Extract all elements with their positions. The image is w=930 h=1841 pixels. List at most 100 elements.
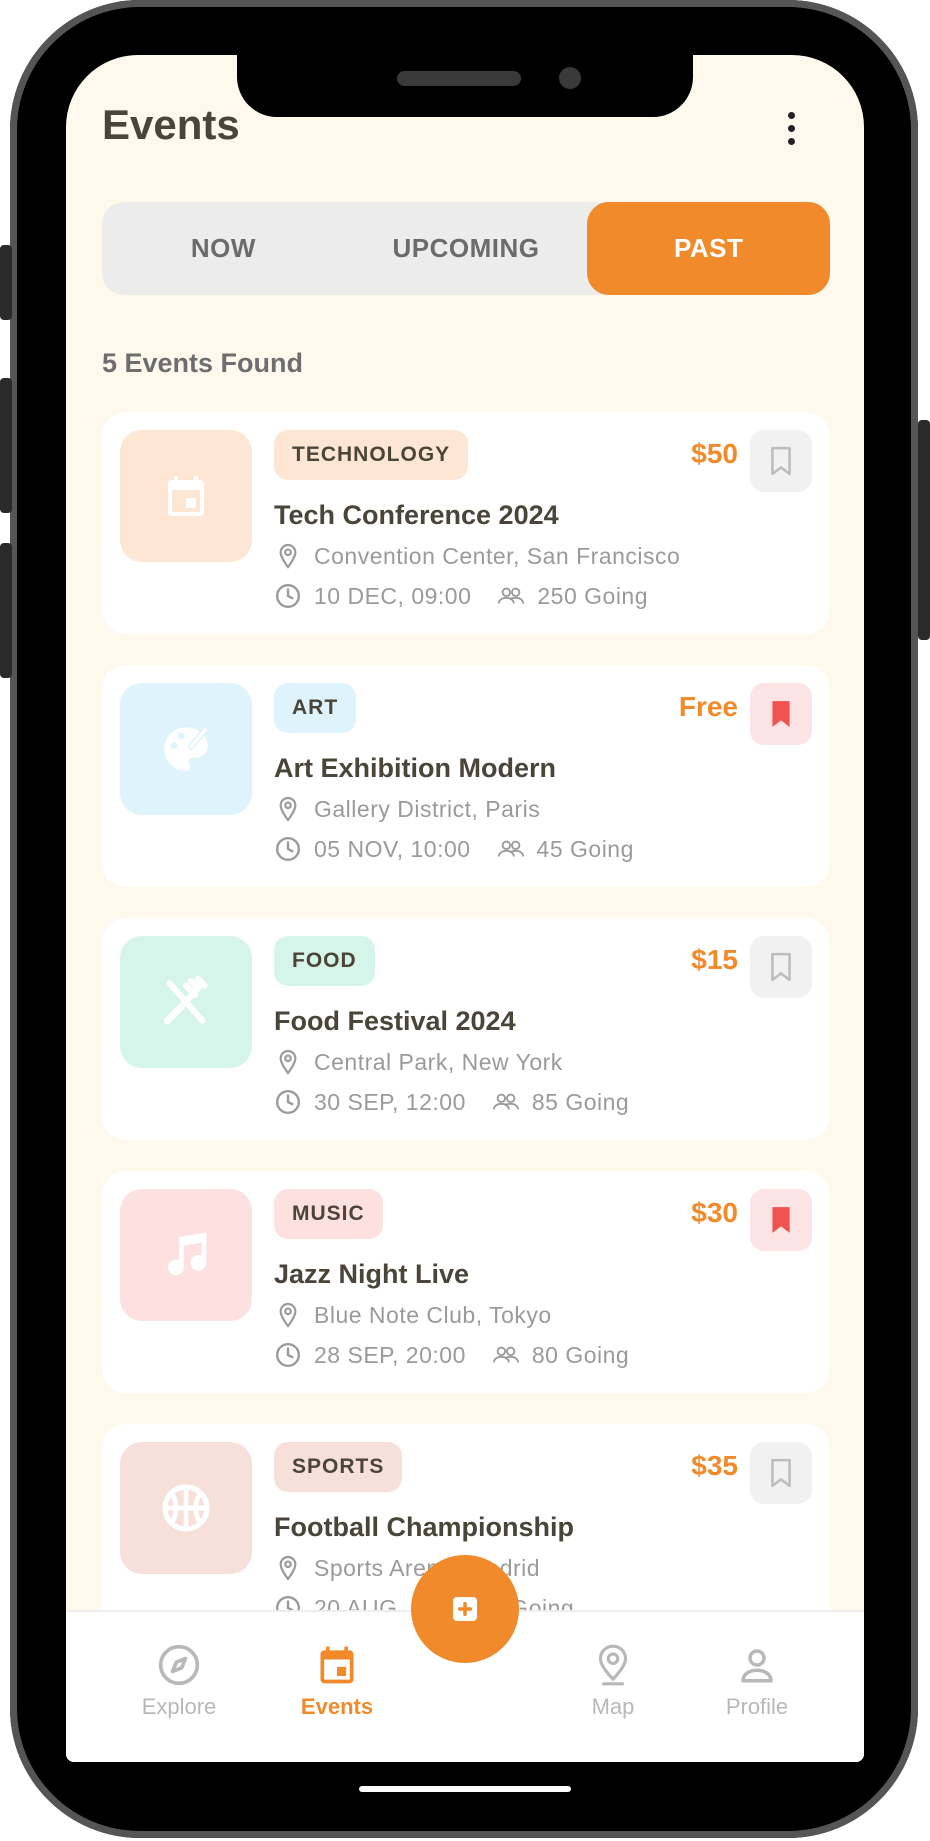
basketball-icon bbox=[162, 1484, 210, 1532]
clock-icon bbox=[274, 835, 302, 863]
datetime-text: 30 SEP, 12:00 bbox=[314, 1088, 466, 1115]
notch bbox=[237, 55, 693, 117]
event-thumbnail bbox=[120, 1442, 252, 1574]
category-badge: MUSIC bbox=[274, 1189, 383, 1239]
event-title: Tech Conference 2024 bbox=[274, 500, 559, 530]
event-card[interactable]: FOOD $15 Food Festival 2024 Central Park… bbox=[102, 918, 830, 1140]
event-filter-tabs: NOW UPCOMING PAST bbox=[102, 202, 831, 295]
tab-upcoming[interactable]: UPCOMING bbox=[345, 202, 588, 295]
event-card[interactable]: TECHNOLOGY $50 Tech Conference 2024 Conv… bbox=[102, 412, 830, 634]
side-button-power bbox=[918, 420, 930, 640]
clock-icon bbox=[274, 582, 302, 610]
tab-now[interactable]: NOW bbox=[102, 202, 345, 295]
attendees-text: 45 Going bbox=[536, 835, 634, 862]
location-pin-icon bbox=[274, 542, 302, 570]
event-title: Food Festival 2024 bbox=[274, 1006, 516, 1036]
more-options-icon[interactable] bbox=[776, 105, 806, 151]
home-indicator bbox=[359, 1786, 571, 1792]
nav-map-label: Map bbox=[591, 1694, 635, 1719]
attendees-text: 250 Going bbox=[537, 582, 649, 609]
calendar-icon bbox=[168, 476, 204, 516]
location-pin-icon bbox=[274, 1554, 302, 1582]
calendar-icon bbox=[314, 1642, 360, 1688]
datetime-text: 28 SEP, 20:00 bbox=[314, 1341, 466, 1368]
location-text: Convention Center, San Francisco bbox=[314, 542, 681, 569]
bookmark-button[interactable] bbox=[750, 1442, 812, 1504]
side-button-mute bbox=[0, 245, 12, 320]
results-count: 5 Events Found bbox=[102, 348, 304, 378]
attendees-text: 85 Going bbox=[531, 1088, 630, 1115]
bookmark-icon bbox=[771, 952, 791, 982]
bookmark-icon bbox=[771, 446, 791, 476]
user-icon bbox=[734, 1642, 780, 1688]
side-button-volume-up bbox=[0, 378, 12, 513]
speaker bbox=[397, 71, 521, 86]
event-meta: 05 NOV, 10:00 45 Going bbox=[274, 835, 634, 863]
event-thumbnail bbox=[120, 936, 252, 1068]
event-price: $35 bbox=[691, 1450, 738, 1481]
clock-icon bbox=[274, 1088, 302, 1116]
event-meta: 28 SEP, 20:00 80 Going bbox=[274, 1341, 629, 1369]
nav-events-label: Events bbox=[300, 1694, 374, 1719]
event-card[interactable]: ART Free Art Exhibition Modern Gallery D… bbox=[102, 665, 830, 887]
nav-events[interactable]: Events bbox=[267, 1642, 407, 1720]
datetime-text: 10 DEC, 09:00 bbox=[314, 582, 472, 609]
location-text: Central Park, New York bbox=[314, 1048, 563, 1075]
attendees-text: 80 Going bbox=[531, 1341, 630, 1368]
category-badge: ART bbox=[274, 683, 357, 733]
add-event-icon bbox=[453, 1597, 477, 1621]
category-badge: TECHNOLOGY bbox=[274, 430, 469, 480]
location-text: Blue Note Club, Tokyo bbox=[314, 1301, 552, 1328]
bookmark-button[interactable] bbox=[750, 936, 812, 998]
event-meta: 10 DEC, 09:00 250 Going bbox=[274, 582, 648, 610]
event-location: Gallery District, Paris bbox=[274, 795, 540, 823]
nav-profile[interactable]: Profile bbox=[687, 1642, 827, 1720]
nav-explore[interactable]: Explore bbox=[109, 1642, 249, 1720]
nav-map[interactable]: Map bbox=[543, 1642, 683, 1720]
event-price: $50 bbox=[691, 438, 738, 469]
event-thumbnail bbox=[120, 683, 252, 815]
event-title: Jazz Night Live bbox=[274, 1259, 470, 1289]
category-badge: FOOD bbox=[274, 936, 375, 986]
event-price: $15 bbox=[691, 944, 738, 975]
people-icon bbox=[497, 835, 525, 863]
event-location: Central Park, New York bbox=[274, 1048, 563, 1076]
side-button-volume-down bbox=[0, 543, 12, 678]
tab-past[interactable]: PAST bbox=[587, 202, 831, 295]
bookmark-button[interactable] bbox=[750, 683, 812, 745]
bookmark-button[interactable] bbox=[750, 1189, 812, 1251]
compass-icon bbox=[156, 1642, 202, 1688]
event-card[interactable]: MUSIC $30 Jazz Night Live Blue Note Club… bbox=[102, 1171, 830, 1393]
nav-explore-label: Explore bbox=[141, 1694, 217, 1719]
utensils-icon bbox=[163, 975, 208, 1025]
datetime-text: 05 NOV, 10:00 bbox=[314, 835, 471, 862]
category-badge: SPORTS bbox=[274, 1442, 403, 1492]
music-note-icon bbox=[168, 1232, 207, 1276]
bookmark-button[interactable] bbox=[750, 430, 812, 492]
location-pin-icon bbox=[274, 1301, 302, 1329]
event-thumbnail bbox=[120, 430, 252, 562]
add-event-button[interactable] bbox=[411, 1555, 519, 1663]
front-camera bbox=[559, 67, 581, 89]
bookmark-filled-icon bbox=[772, 701, 790, 727]
people-icon bbox=[497, 582, 525, 610]
palette-icon bbox=[164, 726, 209, 771]
event-meta: 30 SEP, 12:00 85 Going bbox=[274, 1088, 629, 1116]
bookmark-filled-icon bbox=[772, 1207, 790, 1233]
event-title: Football Championship bbox=[274, 1512, 574, 1542]
app-screen: Events NOW UPCOMING PAST 5 Events Found … bbox=[66, 55, 864, 1762]
clock-icon bbox=[274, 1341, 302, 1369]
location-pin-icon bbox=[274, 1048, 302, 1076]
event-thumbnail bbox=[120, 1189, 252, 1321]
event-price: $30 bbox=[691, 1197, 738, 1228]
location-text: Gallery District, Paris bbox=[314, 795, 541, 822]
page-title: Events bbox=[102, 101, 240, 148]
location-pin-icon bbox=[274, 795, 302, 823]
nav-profile-label: Profile bbox=[725, 1694, 789, 1719]
event-location: Blue Note Club, Tokyo bbox=[274, 1301, 552, 1329]
event-title: Art Exhibition Modern bbox=[274, 753, 556, 783]
map-pin-icon bbox=[590, 1642, 636, 1688]
event-location: Convention Center, San Francisco bbox=[274, 542, 680, 570]
event-price: Free bbox=[678, 691, 738, 722]
people-icon bbox=[492, 1088, 520, 1116]
